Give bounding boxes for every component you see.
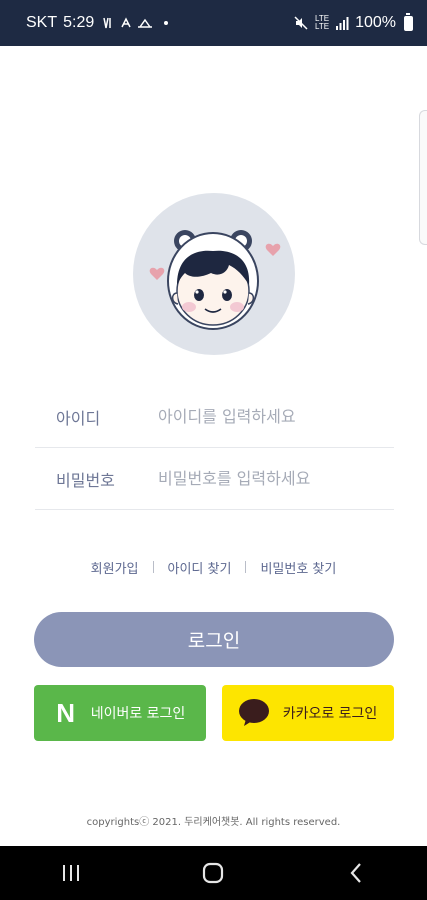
signal-icon [336,17,349,30]
status-left: SKT 5:29 [26,14,174,32]
kakao-login-button[interactable]: 카카오로 로그인 [222,685,394,741]
home-icon [203,862,224,884]
password-label: 비밀번호 [56,470,115,490]
signup-link[interactable]: 회원가입 [91,558,139,577]
clock: 5:29 [63,14,95,31]
find-id-link[interactable]: 아이디 찾기 [168,558,232,577]
mute-icon [294,16,308,30]
naver-login-label: 네이버로 로그인 [90,706,186,722]
side-panel-handle[interactable] [419,110,427,245]
id-field-row: 아이디 [35,386,394,448]
link-separator [152,561,154,573]
avatar [133,193,295,355]
kakao-speech-bubble-icon [238,699,269,726]
recent-apps-icon [63,865,80,881]
link-separator [245,561,247,573]
battery-icon [404,12,413,31]
id-label: 아이디 [56,408,101,428]
heart-icon-right [265,243,281,256]
home-button[interactable] [183,853,243,893]
account-links: 회원가입 아이디 찾기 비밀번호 찾기 [0,556,427,578]
recent-apps-button[interactable] [41,853,101,893]
battery-percent: 100% [355,14,396,31]
status-bar: SKT 5:29 LTE LTE 100% [0,0,427,46]
naver-logo-icon: N [56,697,76,728]
back-button[interactable] [326,853,386,893]
kakao-login-label: 카카오로 로그인 [282,706,378,722]
find-password-link[interactable]: 비밀번호 찾기 [260,558,336,577]
login-button[interactable]: 로그인 [34,612,394,667]
id-input[interactable] [158,407,394,426]
heart-icon-left [149,267,165,280]
system-nav-bar [0,846,427,900]
password-field-row: 비밀번호 [35,448,394,510]
copyright-text: copyrightsⓒ 2021. 두리케어챗봇. All rights res… [86,817,341,828]
baby-character-illustration [149,230,281,330]
back-icon [350,863,361,883]
carrier: SKT [26,14,58,31]
naver-login-button[interactable]: N 네이버로 로그인 [34,685,206,741]
status-right: LTE LTE 100% [293,12,413,32]
notification-icons [103,17,169,29]
lte-icon: LTE LTE [315,14,330,31]
password-input[interactable] [158,469,394,488]
